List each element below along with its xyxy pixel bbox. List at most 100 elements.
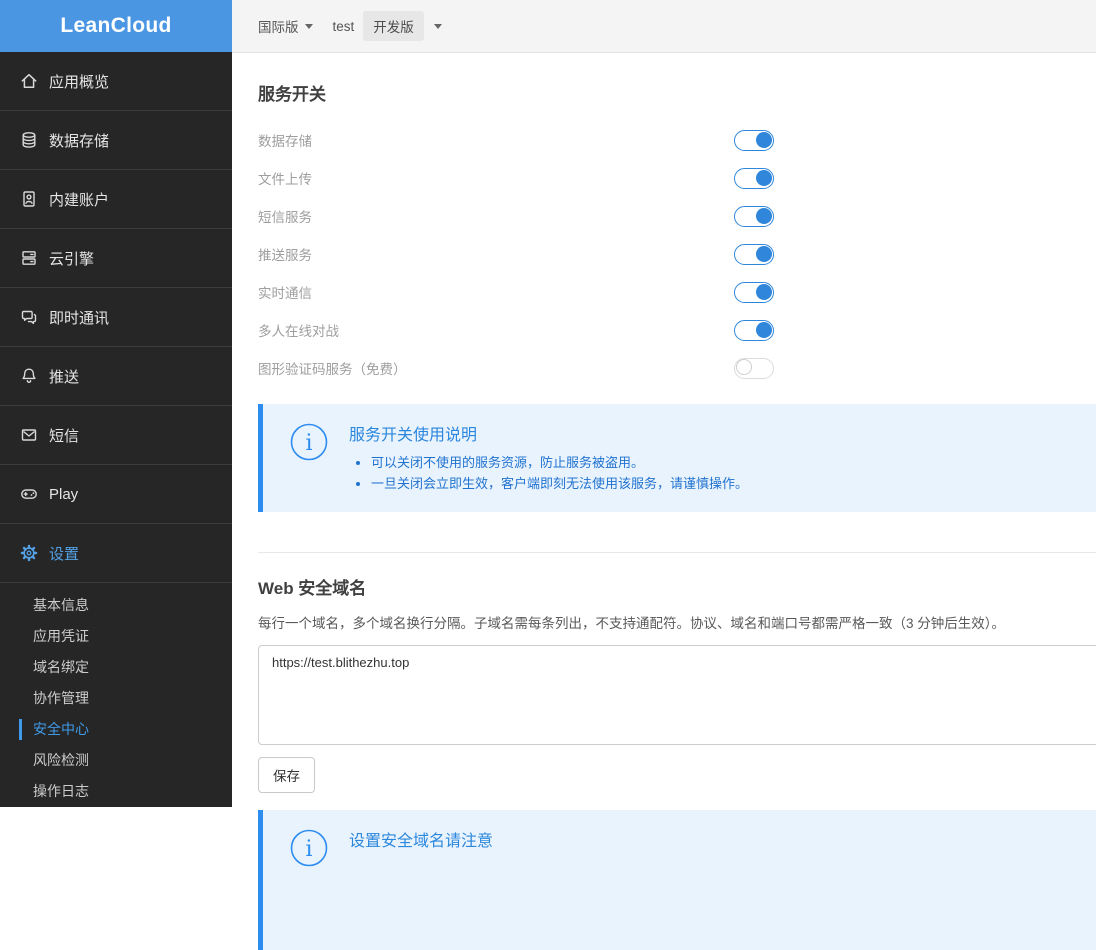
switch-label-file-upload: 文件上传 — [258, 172, 312, 187]
section-divider — [258, 551, 1096, 553]
subitem-label: 安全中心 — [33, 721, 89, 737]
sidebar-item-label: 即时通讯 — [49, 309, 110, 327]
service-switch-row: 推送服务 — [258, 235, 774, 273]
region-label: 国际版 — [258, 20, 299, 35]
subitem-label: 应用凭证 — [33, 628, 89, 644]
sidebar-item-play[interactable]: Play — [0, 465, 232, 524]
sidebar-item-engine[interactable]: 云引擎 — [0, 229, 232, 288]
sidebar-item-label: 云引擎 — [49, 250, 95, 268]
subitem-collaboration[interactable]: 协作管理 — [0, 683, 232, 714]
toggle-multiplayer[interactable] — [734, 319, 774, 341]
sidebar-item-label: Play — [49, 485, 79, 503]
notice-title: 服务开关使用说明 — [349, 427, 478, 444]
service-switch-row: 短信服务 — [258, 197, 774, 235]
topbar: 国际版 test 开发版 — [232, 0, 1096, 53]
chat-icon — [19, 307, 39, 327]
sidebar-item-overview[interactable]: 应用概览 — [0, 52, 232, 111]
sidebar-item-label: 推送 — [49, 368, 80, 386]
switch-label-realtime: 实时通信 — [258, 286, 312, 301]
gear-icon — [19, 543, 39, 563]
region-dropdown[interactable]: 国际版 — [258, 16, 313, 36]
leancloud-logo[interactable]: LeanCloud — [0, 0, 232, 52]
sidebar-item-settings[interactable]: 设置 — [0, 524, 232, 583]
web-domain-description: 每行一个域名，多个域名换行分隔。子域名需每条列出，不支持通配符。协议、域名和端口… — [258, 615, 1006, 631]
chevron-down-icon — [304, 23, 313, 29]
sidebar-item-label: 短信 — [49, 427, 80, 445]
service-switch-row: 实时通信 — [258, 273, 774, 311]
server-icon — [19, 248, 39, 268]
sidebar-item-push[interactable]: 推送 — [0, 347, 232, 406]
sidebar-item-sms[interactable]: 短信 — [0, 406, 232, 465]
sidebar-item-label: 应用概览 — [49, 73, 110, 91]
notice-bullet: 一旦关闭会立即生效，客户端即刻无法使用该服务，请谨慎操作。 — [371, 473, 748, 494]
service-switches-title: 服务开关 — [258, 85, 326, 104]
env-badge: 开发版 — [363, 11, 424, 41]
toggle-knob — [756, 131, 772, 148]
switch-label-multiplayer: 多人在线对战 — [258, 324, 339, 339]
sidebar-item-label: 数据存储 — [49, 132, 110, 150]
bell-icon — [19, 366, 39, 386]
notice-bullet: 可以关闭不使用的服务资源，防止服务被盗用。 — [371, 452, 748, 473]
database-icon — [19, 130, 39, 150]
save-button[interactable]: 保存 — [258, 756, 315, 793]
subitem-operation-log[interactable]: 操作日志 — [0, 776, 232, 807]
sidebar: LeanCloud 应用概览 数据存储 内建账户 云引擎 即时通讯 推送 短信 … — [0, 0, 232, 807]
subitem-label: 操作日志 — [33, 783, 89, 799]
subitem-label: 风险检测 — [33, 752, 89, 768]
switch-label-push-service: 推送服务 — [258, 248, 312, 263]
subitem-basic-info[interactable]: 基本信息 — [0, 590, 232, 621]
gamepad-icon — [19, 484, 39, 504]
env-dropdown[interactable] — [433, 23, 442, 29]
chevron-down-icon — [433, 23, 442, 29]
toggle-realtime[interactable] — [734, 281, 774, 303]
settings-subnav: 基本信息 应用凭证 域名绑定 协作管理 安全中心 风险检测 操作日志 — [0, 583, 232, 807]
service-switch-row: 图形验证码服务（免费） — [258, 349, 774, 387]
toggle-push-service[interactable] — [734, 243, 774, 265]
switch-label-captcha: 图形验证码服务（免费） — [258, 362, 407, 377]
toggle-knob — [756, 207, 772, 224]
toggle-data-storage[interactable] — [734, 129, 774, 151]
switch-label-sms-service: 短信服务 — [258, 210, 312, 225]
home-icon — [19, 71, 39, 91]
notice-title: 设置安全域名请注意 — [349, 832, 494, 850]
toggle-file-upload[interactable] — [734, 167, 774, 189]
sidebar-item-im[interactable]: 即时通讯 — [0, 288, 232, 347]
info-circle-icon: i — [290, 829, 328, 867]
svg-text:i: i — [305, 431, 312, 456]
service-switch-row: 多人在线对战 — [258, 311, 774, 349]
notice-body: 服务开关使用说明 可以关闭不使用的服务资源，防止服务被盗用。 一旦关闭会立即生效… — [349, 421, 748, 495]
sidebar-item-label: 设置 — [49, 545, 80, 563]
switch-label-data-storage: 数据存储 — [258, 134, 312, 149]
subitem-domain-binding[interactable]: 域名绑定 — [0, 652, 232, 683]
subitem-risk-detection[interactable]: 风险检测 — [0, 745, 232, 776]
subitem-app-credentials[interactable]: 应用凭证 — [0, 621, 232, 652]
notice-body: 设置安全域名请注意 — [349, 827, 493, 851]
toggle-knob — [736, 359, 752, 375]
subitem-label: 域名绑定 — [33, 659, 89, 675]
envelope-icon — [19, 425, 39, 445]
toggle-captcha[interactable] — [734, 357, 774, 379]
web-domain-title: Web 安全域名 — [258, 578, 367, 598]
toggle-knob — [756, 169, 772, 186]
toggle-knob — [756, 321, 772, 338]
main-content: 服务开关 数据存储 文件上传 短信服务 推送服务 实时通信 多人在线对战 图形验… — [232, 53, 1096, 950]
sidebar-item-accounts[interactable]: 内建账户 — [0, 170, 232, 229]
service-switch-row: 数据存储 — [258, 121, 774, 159]
service-switch-list: 数据存储 文件上传 短信服务 推送服务 实时通信 多人在线对战 图形验证码服务（… — [258, 121, 774, 387]
info-circle-icon: i — [290, 423, 328, 461]
toggle-knob — [756, 245, 772, 262]
toggle-knob — [756, 283, 772, 300]
svg-text:i: i — [305, 837, 312, 862]
subitem-security-center[interactable]: 安全中心 — [0, 714, 232, 745]
service-switch-row: 文件上传 — [258, 159, 774, 197]
subitem-label: 协作管理 — [33, 690, 89, 706]
security-domains-textarea[interactable]: https://test.blithezhu.top — [258, 644, 1096, 745]
service-switch-notice: i 服务开关使用说明 可以关闭不使用的服务资源，防止服务被盗用。 一旦关闭会立即… — [258, 404, 1096, 512]
security-domain-notice: i 设置安全域名请注意 — [258, 809, 1096, 950]
subitem-label: 基本信息 — [33, 597, 89, 613]
sidebar-item-storage[interactable]: 数据存储 — [0, 111, 232, 170]
sidebar-item-label: 内建账户 — [49, 191, 110, 209]
user-card-icon — [19, 189, 39, 209]
toggle-sms-service[interactable] — [734, 205, 774, 227]
notice-bullet-list: 可以关闭不使用的服务资源，防止服务被盗用。 一旦关闭会立即生效，客户端即刻无法使… — [349, 452, 748, 495]
